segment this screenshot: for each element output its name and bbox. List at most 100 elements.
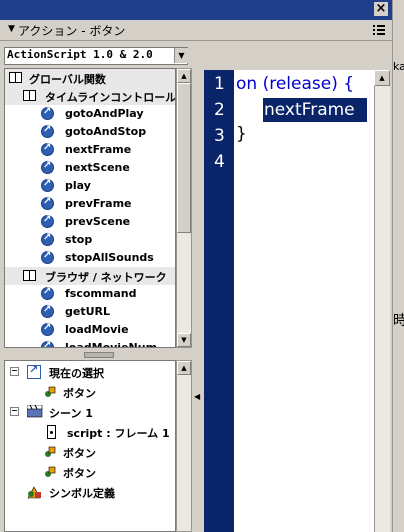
chevron-down-icon[interactable]: ▼ — [174, 48, 188, 63]
panel-menu-icon[interactable] — [372, 23, 386, 37]
action-label: gotoAndPlay — [65, 107, 144, 120]
action-icon — [41, 214, 54, 228]
action-label: getURL — [65, 305, 111, 318]
tree-item[interactable]: stop — [5, 231, 175, 249]
scene-icon — [26, 404, 43, 419]
scroll-up-icon[interactable]: ▲ — [177, 361, 191, 375]
nav-symbol-definitions[interactable]: シンボル定義 — [5, 483, 175, 501]
action-label: fscommand — [65, 287, 137, 300]
action-label: loadMovie — [65, 323, 129, 336]
editor-scrollbar[interactable] — [374, 70, 390, 532]
action-icon — [41, 178, 54, 192]
action-label: stop — [65, 233, 93, 246]
nav-button-b[interactable]: ボタン — [5, 463, 175, 481]
symbols-icon — [27, 485, 41, 499]
action-icon — [41, 340, 54, 347]
action-icon — [41, 196, 54, 210]
scroll-up-icon[interactable]: ▲ — [177, 69, 191, 83]
code-line[interactable]: } — [236, 124, 247, 144]
action-label: play — [65, 179, 91, 192]
actions-toolbox-tree[interactable]: グローバル関数 タイムラインコントロール gotoAndPlay gotoAnd… — [4, 68, 176, 348]
category-label: タイムラインコントロール — [45, 91, 176, 104]
action-icon — [41, 124, 54, 138]
nav-current-button[interactable]: ボタン — [5, 383, 175, 401]
scroll-down-icon[interactable]: ▼ — [177, 333, 191, 347]
nav-label: ボタン — [63, 447, 96, 460]
collapse-arrow-icon[interactable]: ▼ — [8, 24, 15, 34]
scroll-thumb[interactable] — [177, 83, 191, 233]
book-icon — [23, 270, 36, 281]
tree-category-timeline-control[interactable]: タイムラインコントロール — [5, 87, 176, 105]
action-label: prevFrame — [65, 197, 132, 210]
clipped-text: 時 — [393, 313, 404, 329]
script-navigator-tree[interactable]: − ↗ 現在の選択 ボタン − シーン 1 script : フレーム 1 ボタ… — [4, 360, 176, 532]
tree-category-global-functions[interactable]: グローバル関数 — [5, 69, 175, 87]
nav-scene[interactable]: − シーン 1 — [5, 403, 175, 421]
action-icon — [41, 232, 54, 246]
tree-item[interactable]: nextScene — [5, 159, 175, 177]
tree-item[interactable]: prevFrame — [5, 195, 175, 213]
line-number: 1 — [214, 74, 225, 94]
tree-item[interactable]: loadMovie — [5, 321, 175, 339]
action-icon — [41, 286, 54, 300]
tree-item[interactable]: gotoAndPlay — [5, 105, 175, 123]
action-icon — [41, 160, 54, 174]
nav-current-selection[interactable]: − ↗ 現在の選択 — [5, 363, 175, 381]
toolbox-scrollbar[interactable]: ▲ ▼ — [176, 68, 192, 348]
line-number: 2 — [214, 100, 225, 120]
tree-item[interactable]: fscommand — [5, 285, 175, 303]
line-number: 3 — [214, 126, 225, 146]
action-label: nextScene — [65, 161, 130, 174]
close-icon[interactable]: × — [374, 2, 388, 16]
tree-item[interactable]: prevScene — [5, 213, 175, 231]
nav-label: シーン 1 — [49, 407, 93, 420]
button-symbol-icon — [43, 465, 57, 479]
tree-item[interactable]: getURL — [5, 303, 175, 321]
window-titlebar — [0, 0, 392, 20]
collapse-toggle-icon[interactable]: − — [10, 367, 19, 376]
nav-label: ボタン — [63, 387, 96, 400]
action-label: nextFrame — [65, 143, 132, 156]
action-label: stopAllSounds — [65, 251, 154, 264]
book-icon — [23, 90, 36, 101]
code-line[interactable]: on (release) { — [236, 74, 354, 94]
panel-title: アクション - ボタン — [18, 24, 126, 38]
tree-item[interactable]: gotoAndStop — [5, 123, 175, 141]
collapse-left-icon[interactable]: ◀ — [194, 392, 200, 401]
action-icon — [41, 304, 54, 318]
tree-item[interactable]: loadMovieNum — [5, 339, 175, 347]
action-icon — [41, 142, 54, 156]
clipped-text: ka — [393, 60, 404, 73]
tree-item[interactable]: play — [5, 177, 175, 195]
book-icon — [9, 72, 22, 83]
navigator-scrollbar[interactable]: ▲ — [176, 360, 192, 532]
action-label: gotoAndStop — [65, 125, 147, 138]
action-icon — [41, 322, 54, 336]
version-select-value: ActionScript 1.0 & 2.0 — [7, 48, 153, 61]
selection-arrow-icon: ↗ — [27, 363, 41, 379]
tree-item[interactable]: stopAllSounds — [5, 249, 175, 267]
splitter-grip[interactable] — [84, 352, 114, 358]
line-number: 4 — [214, 152, 225, 172]
action-label: prevScene — [65, 215, 131, 228]
frame-script-icon — [47, 425, 56, 439]
nav-label: ボタン — [63, 467, 96, 480]
tree-category-browser-network[interactable]: ブラウザ / ネットワーク — [5, 267, 175, 285]
button-symbol-icon — [43, 445, 57, 459]
nav-label: script : フレーム 1 — [67, 427, 170, 440]
category-label: ブラウザ / ネットワーク — [45, 271, 167, 284]
script-pane[interactable] — [234, 70, 374, 532]
category-label: グローバル関数 — [29, 73, 106, 86]
tree-item[interactable]: nextFrame — [5, 141, 175, 159]
clipped-window-edge — [392, 0, 404, 532]
nav-label: シンボル定義 — [49, 487, 115, 500]
code-line-selected[interactable]: nextFrame — [264, 100, 355, 120]
nav-script-frame[interactable]: script : フレーム 1 — [5, 423, 175, 441]
scroll-up-icon[interactable]: ▲ — [374, 70, 390, 86]
nav-button-a[interactable]: ボタン — [5, 443, 175, 461]
action-icon — [41, 250, 54, 264]
collapse-toggle-icon[interactable]: − — [10, 407, 19, 416]
nav-label: 現在の選択 — [49, 367, 104, 380]
panel-divider[interactable] — [192, 45, 202, 532]
action-icon — [41, 106, 54, 120]
